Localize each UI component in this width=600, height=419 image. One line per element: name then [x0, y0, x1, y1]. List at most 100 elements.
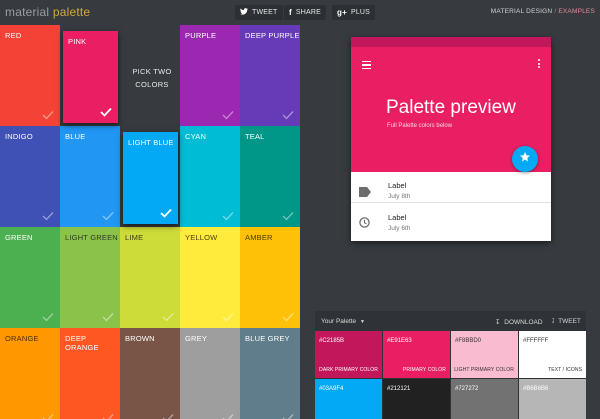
color-swatch-label: PINK: [68, 37, 87, 46]
check-icon: [42, 313, 54, 322]
check-icon: [282, 111, 294, 120]
check-icon: [222, 313, 234, 322]
swatch-hex: #B6B6B6: [523, 386, 549, 392]
star-fab-button[interactable]: [512, 146, 538, 172]
swatch-hex: #212121: [387, 386, 411, 392]
check-icon: [160, 208, 172, 218]
clock-icon: [359, 215, 371, 228]
check-icon: [42, 414, 54, 419]
palette-swatch[interactable]: #212121: [383, 379, 450, 419]
list-item-title: Label: [388, 213, 407, 222]
palette-tweet-button[interactable]: ⫱ TWEET: [552, 318, 581, 326]
color-swatch[interactable]: TEAL: [240, 126, 300, 227]
google-plus-button[interactable]: g+ PLUS: [332, 5, 376, 20]
menu-icon[interactable]: [362, 61, 371, 71]
color-swatch-label: PURPLE: [185, 31, 217, 40]
check-icon: [102, 414, 114, 419]
examples-link[interactable]: EXAMPLES: [558, 8, 595, 15]
check-icon: [100, 107, 112, 117]
color-swatch[interactable]: DEEP ORANGE: [60, 328, 120, 419]
color-swatch-label: GREY: [185, 334, 208, 343]
palette-tweet-label: TWEET: [558, 318, 581, 325]
color-swatch[interactable]: PURPLE: [180, 25, 240, 126]
check-icon: [42, 111, 54, 120]
check-icon: [222, 414, 234, 419]
check-icon: [162, 414, 174, 419]
your-palette-dropdown[interactable]: Your Palette ▼: [321, 318, 365, 325]
more-vert-icon[interactable]: [538, 59, 541, 70]
color-swatch[interactable]: CYAN: [180, 126, 240, 227]
palette-swatch[interactable]: #E91E63 PRIMARY COLOR: [383, 331, 450, 378]
swatch-role: LIGHT PRIMARY COLOR: [454, 367, 514, 373]
material-design-link[interactable]: MATERIAL DESIGN: [491, 8, 553, 15]
color-swatch[interactable]: YELLOW: [180, 227, 240, 328]
color-swatch[interactable]: DEEP PURPLE: [240, 25, 300, 126]
color-swatch[interactable]: LIGHT GREEN: [60, 227, 120, 328]
google-plus-icon: g+: [337, 8, 347, 17]
tweet-button[interactable]: TWEET: [235, 5, 283, 20]
download-button[interactable]: ↧ DOWNLOAD: [495, 318, 543, 326]
preview-title: Palette preview: [386, 97, 516, 118]
chevron-down-icon: ▼: [360, 319, 365, 325]
color-swatch[interactable]: GREEN: [0, 227, 60, 328]
palette-swatch[interactable]: #727272: [451, 379, 518, 419]
swatch-role: TEXT / ICONS: [548, 367, 582, 373]
palette-swatch[interactable]: #FFFFFF TEXT / ICONS: [519, 331, 586, 378]
color-swatch[interactable]: AMBER: [240, 227, 300, 328]
top-links: MATERIAL DESIGN / EXAMPLES: [491, 8, 595, 15]
color-swatch[interactable]: LIME: [120, 227, 180, 328]
status-bar: [351, 37, 551, 47]
color-swatch-label: RED: [5, 31, 22, 40]
swatch-role: PRIMARY COLOR: [402, 367, 446, 373]
color-swatch[interactable]: BLUE GREY: [240, 328, 300, 419]
swatch-hex: #FFFFFF: [523, 338, 549, 344]
color-swatch-label: YELLOW: [185, 233, 218, 242]
brand-logo[interactable]: material palette: [5, 5, 90, 19]
check-icon: [102, 212, 114, 221]
your-palette-title: Your Palette: [321, 318, 357, 325]
check-icon: [162, 313, 174, 322]
color-swatch-label: CYAN: [185, 132, 207, 141]
share-button[interactable]: f SHARE: [284, 5, 326, 20]
label-icon: [359, 184, 371, 197]
color-swatch[interactable]: BROWN: [120, 328, 180, 419]
download-label: DOWNLOAD: [504, 319, 543, 326]
color-swatch-label: BROWN: [125, 334, 155, 343]
share-label: SHARE: [295, 9, 321, 16]
check-icon: [222, 111, 234, 120]
color-swatch[interactable]: GREY: [180, 328, 240, 419]
palette-swatch[interactable]: #B6B6B6: [519, 379, 586, 419]
star-icon: [519, 150, 531, 168]
color-swatch[interactable]: ORANGE: [0, 328, 60, 419]
download-icon: ↧: [495, 319, 501, 326]
palette-swatch[interactable]: #03A9F4: [315, 379, 382, 419]
check-icon: [282, 212, 294, 221]
list-item-date: July 6th: [388, 225, 411, 232]
link-separator: /: [554, 8, 557, 15]
tweet-label: TWEET: [252, 9, 278, 16]
list-item-title: Label: [388, 181, 407, 190]
color-swatch[interactable]: LIGHT BLUE: [123, 132, 178, 224]
palette-swatch[interactable]: #C2185B DARK PRIMARY COLOR: [315, 331, 382, 378]
swatch-hex: #F8BBD0: [455, 338, 482, 344]
color-swatch[interactable]: INDIGO: [0, 126, 60, 227]
list-divider: [351, 202, 551, 203]
swatch-hex: #727272: [455, 386, 479, 392]
top-bar: material palette TWEET f SHARE g+ PLUS M…: [0, 0, 600, 25]
color-swatch[interactable]: RED: [0, 25, 60, 126]
list-item[interactable]: Label July 8th: [351, 172, 551, 205]
your-palette-header: Your Palette ▼ ↧ DOWNLOAD ⫱ TWEET: [315, 311, 586, 331]
plus-label: PLUS: [350, 9, 371, 16]
color-swatch-label: BLUE GREY: [245, 334, 290, 343]
check-icon: [282, 313, 294, 322]
preview-subtitle: Full Palette colors below: [387, 123, 453, 129]
share-icon: ⫱: [552, 318, 555, 325]
facebook-icon: f: [289, 8, 292, 17]
check-icon: [222, 212, 234, 221]
palette-swatch[interactable]: #F8BBD0 LIGHT PRIMARY COLOR: [451, 331, 518, 378]
list-item[interactable]: Label July 6th: [351, 204, 551, 237]
color-swatch-label: LIME: [125, 233, 144, 242]
color-swatch[interactable]: BLUE: [60, 126, 120, 227]
color-swatch[interactable]: PINK: [63, 31, 118, 123]
swatch-hex: #C2185B: [319, 338, 345, 344]
